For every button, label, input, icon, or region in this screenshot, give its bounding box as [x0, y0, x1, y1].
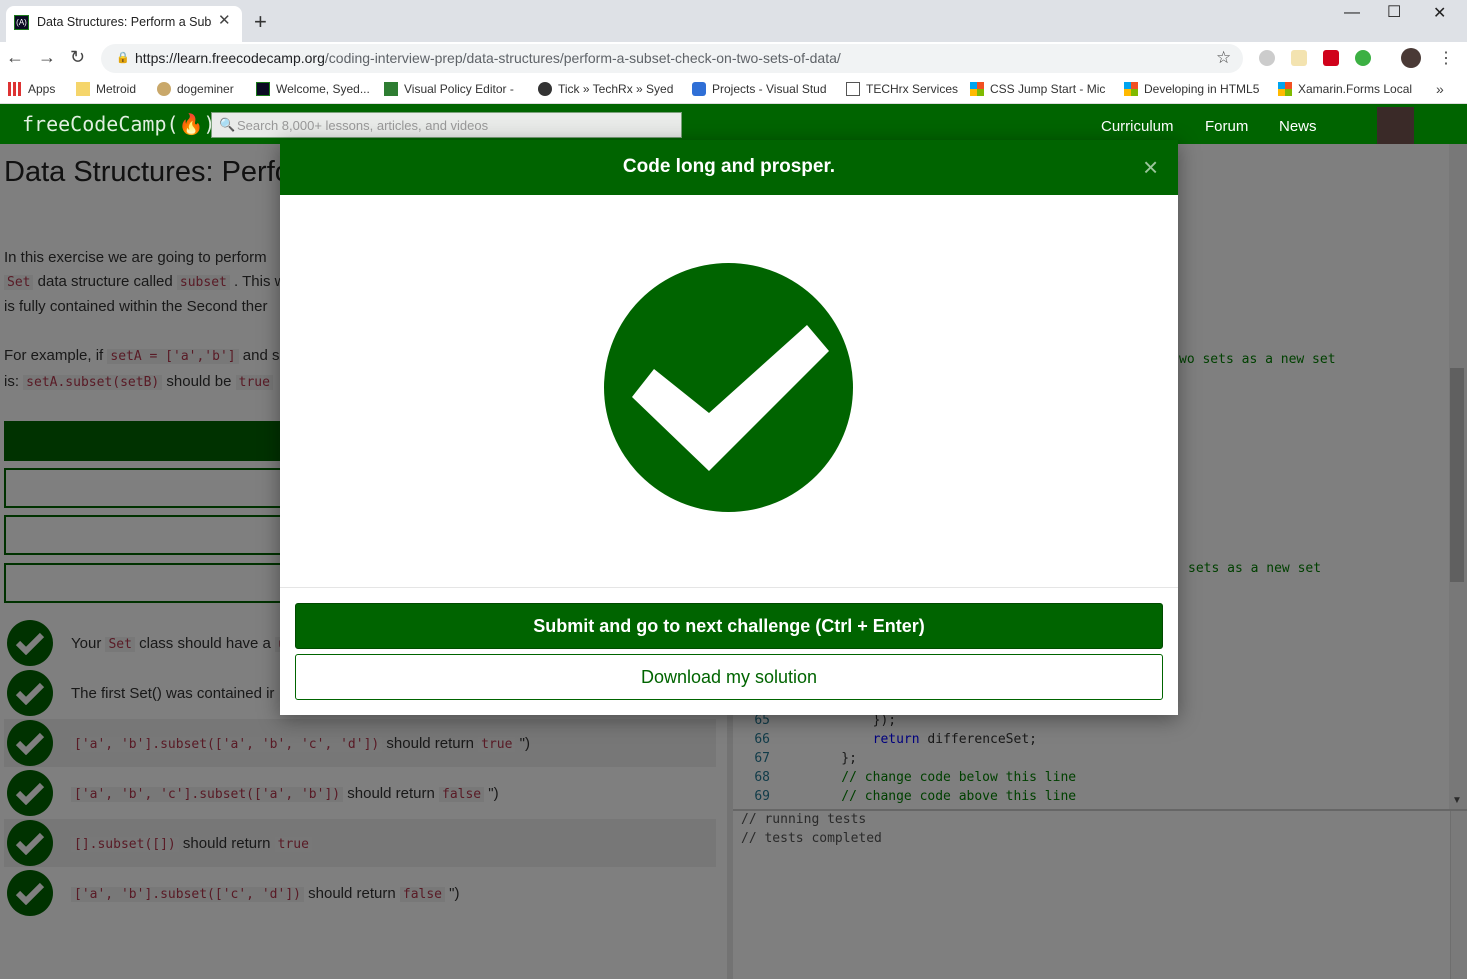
back-arrow-icon[interactable]: ← [6, 47, 24, 68]
bookmark-developing-html5[interactable]: Developing in HTML5 [1124, 82, 1259, 96]
user-avatar[interactable] [1377, 107, 1414, 144]
modal-title: Code long and prosper. [622, 156, 836, 177]
reload-icon[interactable]: ↻ [70, 47, 85, 68]
extension-power-icon[interactable] [1355, 50, 1371, 66]
cors-extension-icon[interactable] [1323, 50, 1339, 66]
fcc-favicon-icon: (A) [14, 15, 29, 30]
page-icon [846, 82, 860, 96]
nav-news[interactable]: News [1279, 118, 1317, 135]
search-placeholder: Search 8,000+ lessons, articles, and vid… [237, 118, 489, 133]
bookmark-css-jump[interactable]: CSS Jump Start - Mic [970, 82, 1105, 96]
modal-divider [280, 587, 1178, 588]
success-check-icon [604, 263, 853, 512]
ms-icon [970, 82, 984, 96]
bookmark-welcome[interactable]: Welcome, Syed... [256, 82, 370, 96]
apps-grid-icon [8, 82, 22, 96]
policy-icon [384, 82, 398, 96]
bookmarks-overflow-icon[interactable]: » [1436, 81, 1444, 97]
ms-icon [1278, 82, 1292, 96]
bookmark-dogeminer[interactable]: dogeminer [157, 82, 234, 96]
bookmark-star-icon[interactable]: ☆ [1216, 48, 1231, 68]
url-host: https://learn.freecodecamp.org [135, 50, 325, 66]
lock-icon[interactable]: 🔒 [116, 51, 130, 64]
nav-forum[interactable]: Forum [1205, 118, 1248, 135]
vs-icon [692, 82, 706, 96]
doge-icon [157, 82, 171, 96]
extension-puzzle-icon[interactable] [1291, 50, 1307, 66]
tab-close-icon[interactable]: ✕ [218, 11, 231, 29]
close-icon[interactable]: × [1143, 152, 1158, 183]
search-icon: 🔍 [219, 117, 236, 132]
extension-circle-icon[interactable] [1259, 50, 1275, 66]
url-path: /coding-interview-prep/data-structures/p… [324, 50, 841, 66]
fcc-icon [256, 82, 270, 96]
bookmark-apps[interactable]: Apps [8, 82, 55, 96]
url-text[interactable]: https://learn.freecodecamp.org/coding-in… [135, 50, 841, 66]
submit-next-challenge-button[interactable]: Submit and go to next challenge (Ctrl + … [295, 603, 1163, 649]
bookmark-techrx[interactable]: TECHrx Services [846, 82, 958, 96]
window-close-button[interactable]: ✕ [1433, 3, 1446, 23]
forward-arrow-icon[interactable]: → [38, 47, 56, 68]
menu-kebab-icon[interactable]: ⋮ [1438, 48, 1454, 68]
bookmark-visual-policy[interactable]: Visual Policy Editor - [384, 82, 514, 96]
tick-icon [538, 82, 552, 96]
tab-title: Data Structures: Perform a Subse [37, 15, 212, 29]
download-solution-button[interactable]: Download my solution [295, 654, 1163, 700]
bookmark-metroid[interactable]: Metroid [76, 82, 136, 96]
fcc-logo[interactable]: freeCodeCamp(🔥) [22, 112, 215, 136]
nav-curriculum[interactable]: Curriculum [1101, 118, 1174, 135]
bookmark-xamarin[interactable]: Xamarin.Forms Local [1278, 82, 1412, 96]
window-minimize-button[interactable]: — [1344, 4, 1360, 22]
window-maximize-button[interactable]: ☐ [1387, 2, 1401, 22]
folder-icon [76, 82, 90, 96]
bookmark-tick[interactable]: Tick » TechRx » Syed [538, 82, 673, 96]
bookmark-projects[interactable]: Projects - Visual Stud [692, 82, 827, 96]
profile-avatar-icon[interactable] [1401, 48, 1421, 68]
ms-icon [1124, 82, 1138, 96]
new-tab-button[interactable]: + [254, 9, 267, 35]
